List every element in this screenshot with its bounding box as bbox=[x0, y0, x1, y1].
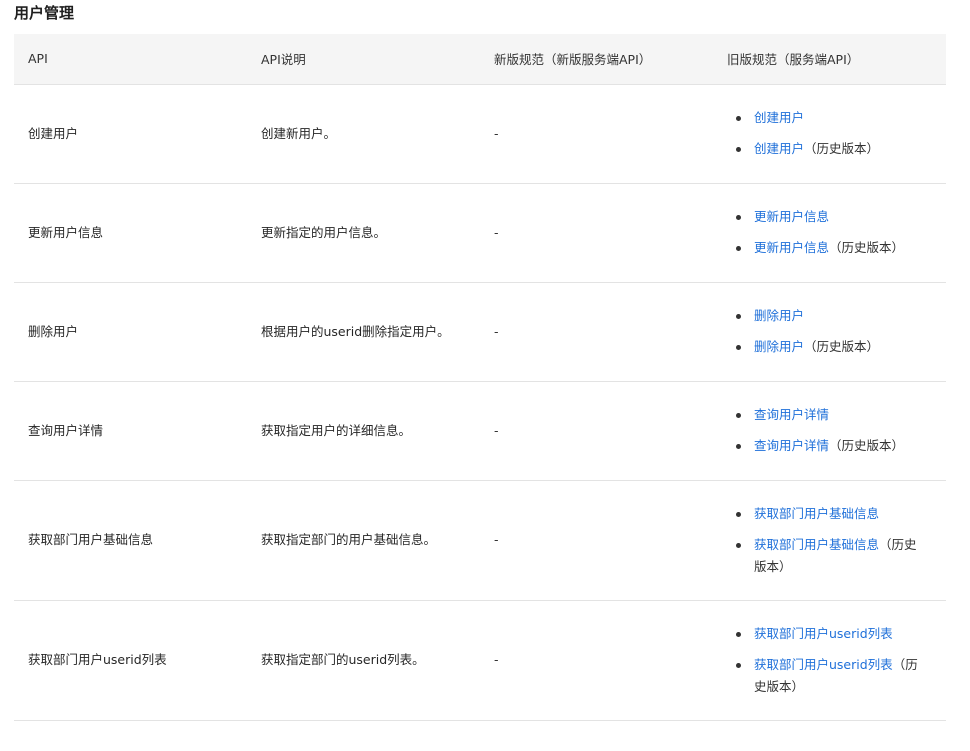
list-item: 删除用户 bbox=[727, 305, 932, 327]
old-spec-cell: 更新用户信息 更新用户信息（历史版本） bbox=[713, 183, 946, 283]
old-spec-link-list: 获取部门用户userid列表 获取部门用户userid列表（历史版本） bbox=[727, 623, 932, 698]
api-name-cell: 删除用户 bbox=[14, 282, 247, 382]
table-header: API API说明 新版规范（新版服务端API） 旧版规范（服务端API） bbox=[14, 34, 946, 85]
list-item: 获取部门用户基础信息（历史版本） bbox=[727, 534, 932, 578]
api-name-cell: 创建用户 bbox=[14, 84, 247, 184]
column-header-new-spec: 新版规范（新版服务端API） bbox=[480, 34, 713, 85]
list-item: 查询用户详情 bbox=[727, 404, 932, 426]
old-spec-link-list: 查询用户详情 查询用户详情（历史版本） bbox=[727, 404, 932, 457]
old-spec-link-list: 更新用户信息 更新用户信息（历史版本） bbox=[727, 206, 932, 259]
list-item: 更新用户信息（历史版本） bbox=[727, 237, 932, 259]
list-item: 获取部门用户userid列表（历史版本） bbox=[727, 654, 932, 698]
api-description-cell: 创建新用户。 bbox=[247, 84, 480, 184]
old-spec-history-link[interactable]: 获取部门用户基础信息 bbox=[754, 537, 879, 552]
list-item: 更新用户信息 bbox=[727, 206, 932, 228]
list-item: 获取部门用户基础信息 bbox=[727, 503, 932, 525]
column-header-old-spec: 旧版规范（服务端API） bbox=[713, 34, 946, 85]
history-version-note: （历史版本） bbox=[829, 438, 905, 453]
section-title: 用户管理 bbox=[14, 4, 75, 22]
table-row: 查询用户详情 获取指定用户的详细信息。 - 查询用户详情 查询用户详情（历史版本… bbox=[14, 381, 946, 481]
table-row: 获取部门用户基础信息 获取指定部门的用户基础信息。 - 获取部门用户基础信息 获… bbox=[14, 480, 946, 601]
old-spec-link-list: 获取部门用户基础信息 获取部门用户基础信息（历史版本） bbox=[727, 503, 932, 578]
new-spec-cell: - bbox=[480, 600, 713, 721]
column-header-description: API说明 bbox=[247, 34, 480, 85]
api-name-cell: 获取部门用户userid列表 bbox=[14, 600, 247, 721]
api-description-cell: 更新指定的用户信息。 bbox=[247, 183, 480, 283]
table-row: 更新用户信息 更新指定的用户信息。 - 更新用户信息 更新用户信息（历史版本） bbox=[14, 183, 946, 283]
old-spec-history-link[interactable]: 删除用户 bbox=[754, 339, 804, 354]
list-item: 创建用户 bbox=[727, 107, 932, 129]
history-version-note: （历史版本） bbox=[829, 240, 905, 255]
old-spec-link[interactable]: 更新用户信息 bbox=[754, 209, 829, 224]
old-spec-cell: 获取部门用户基础信息 获取部门用户基础信息（历史版本） bbox=[713, 480, 946, 601]
old-spec-link-list: 创建用户 创建用户（历史版本） bbox=[727, 107, 932, 160]
old-spec-cell: 创建用户 创建用户（历史版本） bbox=[713, 84, 946, 184]
history-version-note: （历史版本） bbox=[804, 339, 880, 354]
table-header-row: API API说明 新版规范（新版服务端API） 旧版规范（服务端API） bbox=[14, 34, 946, 85]
list-item: 删除用户（历史版本） bbox=[727, 336, 932, 358]
api-name-cell: 获取部门用户基础信息 bbox=[14, 480, 247, 601]
table-row: 创建用户 创建新用户。 - 创建用户 创建用户（历史版本） bbox=[14, 84, 946, 184]
table-row: 删除用户 根据用户的userid删除指定用户。 - 删除用户 删除用户（历史版本… bbox=[14, 282, 946, 382]
api-description-cell: 根据用户的userid删除指定用户。 bbox=[247, 282, 480, 382]
new-spec-cell: - bbox=[480, 282, 713, 382]
old-spec-link-list: 删除用户 删除用户（历史版本） bbox=[727, 305, 932, 358]
old-spec-link[interactable]: 查询用户详情 bbox=[754, 407, 829, 422]
new-spec-cell: - bbox=[480, 381, 713, 481]
new-spec-cell: - bbox=[480, 183, 713, 283]
api-description-cell: 获取指定部门的用户基础信息。 bbox=[247, 480, 480, 601]
old-spec-link[interactable]: 获取部门用户基础信息 bbox=[754, 506, 879, 521]
old-spec-history-link[interactable]: 获取部门用户userid列表 bbox=[754, 657, 893, 672]
old-spec-cell: 获取部门用户userid列表 获取部门用户userid列表（历史版本） bbox=[713, 600, 946, 721]
api-table: API API说明 新版规范（新版服务端API） 旧版规范（服务端API） 创建… bbox=[14, 34, 946, 721]
column-header-api: API bbox=[14, 34, 247, 85]
api-table-container: API API说明 新版规范（新版服务端API） 旧版规范（服务端API） 创建… bbox=[14, 34, 946, 721]
old-spec-link[interactable]: 获取部门用户userid列表 bbox=[754, 626, 893, 641]
new-spec-cell: - bbox=[480, 480, 713, 601]
old-spec-link[interactable]: 删除用户 bbox=[754, 308, 804, 323]
new-spec-cell: - bbox=[480, 84, 713, 184]
old-spec-cell: 删除用户 删除用户（历史版本） bbox=[713, 282, 946, 382]
api-name-cell: 更新用户信息 bbox=[14, 183, 247, 283]
table-row: 获取部门用户userid列表 获取指定部门的userid列表。 - 获取部门用户… bbox=[14, 600, 946, 721]
list-item: 查询用户详情（历史版本） bbox=[727, 435, 932, 457]
old-spec-cell: 查询用户详情 查询用户详情（历史版本） bbox=[713, 381, 946, 481]
old-spec-history-link[interactable]: 查询用户详情 bbox=[754, 438, 829, 453]
old-spec-history-link[interactable]: 更新用户信息 bbox=[754, 240, 829, 255]
api-name-cell: 查询用户详情 bbox=[14, 381, 247, 481]
table-body: 创建用户 创建新用户。 - 创建用户 创建用户（历史版本） 更新用户信息 更新指… bbox=[14, 84, 946, 721]
api-description-cell: 获取指定用户的详细信息。 bbox=[247, 381, 480, 481]
list-item: 获取部门用户userid列表 bbox=[727, 623, 932, 645]
old-spec-link[interactable]: 创建用户 bbox=[754, 110, 804, 125]
list-item: 创建用户（历史版本） bbox=[727, 138, 932, 160]
api-description-cell: 获取指定部门的userid列表。 bbox=[247, 600, 480, 721]
history-version-note: （历史版本） bbox=[804, 141, 880, 156]
old-spec-history-link[interactable]: 创建用户 bbox=[754, 141, 804, 156]
